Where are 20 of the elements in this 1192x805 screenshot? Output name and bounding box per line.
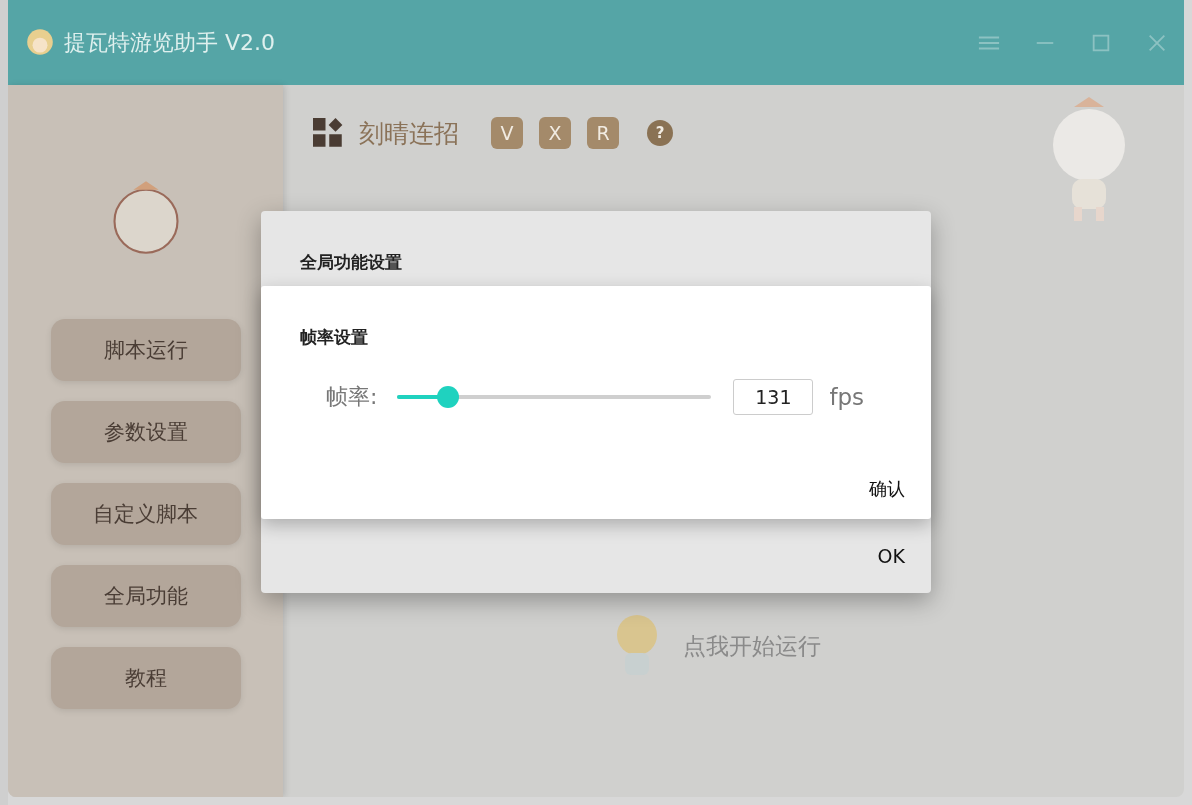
window-title: 提瓦特游览助手 V2.0 — [64, 28, 276, 57]
slider-thumb[interactable] — [437, 386, 459, 408]
sidebar-item[interactable]: 全局功能 — [50, 565, 241, 627]
frame-rate-field[interactable]: 131 — [733, 379, 814, 415]
widgets-icon — [313, 118, 343, 148]
field-label: 帧率: — [326, 383, 378, 411]
section-title: 帧率设置 — [300, 326, 369, 349]
ok-button[interactable]: OK — [877, 545, 905, 567]
key-badge: V — [491, 117, 523, 149]
sidebar-item[interactable]: 参数设置 — [50, 401, 241, 463]
sidebar-item[interactable]: 自定义脚本 — [50, 483, 241, 545]
key-badge: X — [539, 117, 571, 149]
dialog-title: 全局功能设置 — [299, 251, 403, 274]
confirm-button[interactable]: 确认 — [869, 477, 905, 501]
unit-label: fps — [829, 384, 865, 410]
sidebar-item[interactable]: 脚本运行 — [50, 319, 241, 381]
sidebar-item[interactable]: 教程 — [50, 647, 241, 709]
page-title: 刻晴连招 — [359, 117, 459, 150]
help-button[interactable]: ? — [647, 120, 673, 146]
key-badge: R — [587, 117, 619, 149]
